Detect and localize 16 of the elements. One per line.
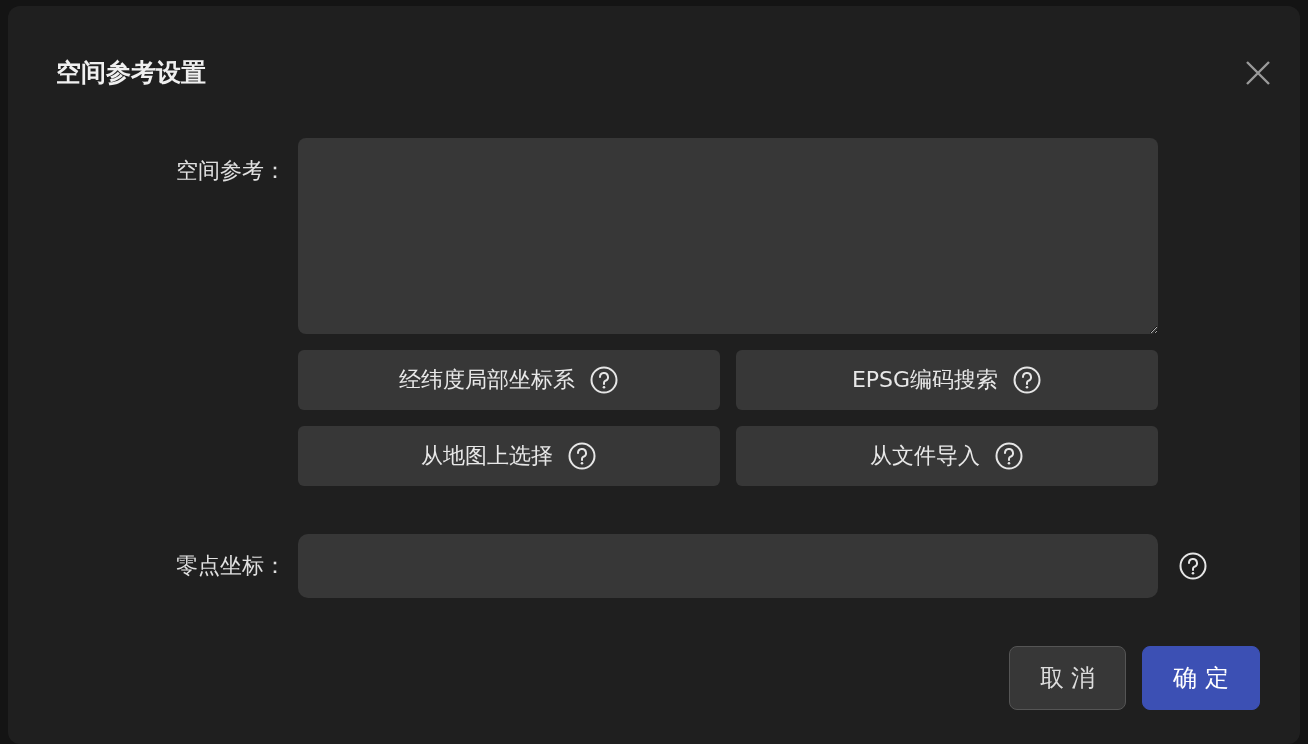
help-icon [589, 364, 619, 395]
close-button[interactable] [1244, 58, 1272, 87]
option-button[interactable]: EPSG编码搜索 [736, 349, 1158, 410]
option-button[interactable]: 经纬度局部坐标系 [298, 349, 720, 410]
help-icon [567, 440, 597, 471]
option-button[interactable]: 从文件导入 [736, 425, 1158, 486]
cancel-button[interactable]: 取 消 [1008, 645, 1127, 710]
option-button[interactable]: 从地图上选择 [298, 425, 720, 486]
dialog-title: 空间参考设置 [56, 57, 206, 89]
help-icon [994, 440, 1024, 471]
field-label: 零点坐标： [175, 552, 287, 580]
confirm-button[interactable]: 确 定 [1142, 645, 1260, 710]
input-field[interactable] [298, 533, 1158, 598]
field-label: 空间参考： [175, 156, 287, 185]
help-icon [1012, 364, 1043, 395]
text-area[interactable] [298, 137, 1158, 334]
